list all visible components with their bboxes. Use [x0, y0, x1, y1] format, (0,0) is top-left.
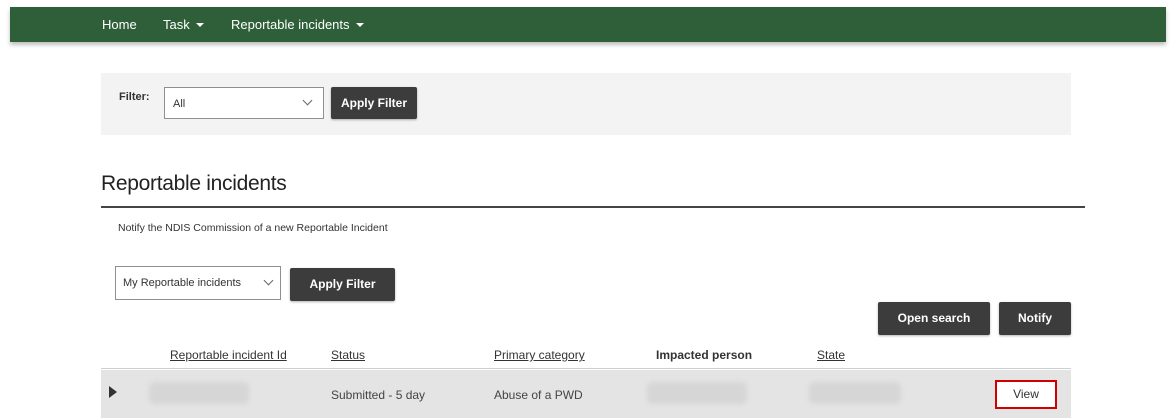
filter-panel: Filter: All Apply Filter	[101, 73, 1071, 135]
open-search-button[interactable]: Open search	[878, 302, 990, 335]
incident-scope-select[interactable]: My Reportable incidents	[115, 266, 281, 300]
column-header-incident-id[interactable]: Reportable incident Id	[170, 348, 287, 362]
column-header-state[interactable]: State	[817, 348, 845, 362]
row-status: Submitted - 5 day	[331, 388, 426, 402]
notify-commission-link[interactable]: Notify the NDIS Commission of a new Repo…	[118, 222, 388, 234]
redacted-state	[809, 382, 901, 404]
nav-reportable-incidents[interactable]: Reportable incidents	[231, 7, 364, 42]
table-header-divider	[101, 368, 1071, 369]
incident-scope-value: My Reportable incidents	[123, 277, 242, 289]
chevron-down-icon	[263, 275, 274, 286]
table-row: Submitted - 5 day Abuse of a PWD View	[101, 370, 1071, 418]
filter-select-value: All	[173, 98, 186, 110]
column-header-primary-category[interactable]: Primary category	[494, 348, 585, 362]
nav-reportable-label: Reportable incidents	[231, 17, 350, 32]
title-divider	[101, 206, 1085, 208]
nav-home[interactable]: Home	[102, 7, 137, 42]
redacted-impacted-person	[647, 382, 747, 404]
nav-task[interactable]: Task	[163, 7, 204, 42]
expand-row-icon[interactable]	[109, 386, 117, 398]
notify-button[interactable]: Notify	[999, 302, 1071, 335]
column-header-status[interactable]: Status	[331, 348, 365, 362]
redacted-incident-id	[149, 382, 249, 404]
filter-label: Filter:	[119, 91, 150, 103]
caret-down-icon	[195, 22, 204, 27]
nav-task-label: Task	[163, 17, 190, 32]
view-button[interactable]: View	[995, 380, 1057, 409]
apply-list-filter-button[interactable]: Apply Filter	[290, 268, 395, 301]
caret-down-icon	[355, 22, 364, 27]
column-header-impacted-person: Impacted person	[656, 348, 753, 362]
page-title: Reportable incidents	[101, 172, 287, 195]
apply-filter-button[interactable]: Apply Filter	[331, 87, 417, 119]
filter-select[interactable]: All	[164, 87, 324, 119]
chevron-down-icon	[302, 95, 313, 106]
top-nav: Home Task Reportable incidents	[10, 7, 1166, 42]
row-primary-category: Abuse of a PWD	[494, 388, 583, 402]
